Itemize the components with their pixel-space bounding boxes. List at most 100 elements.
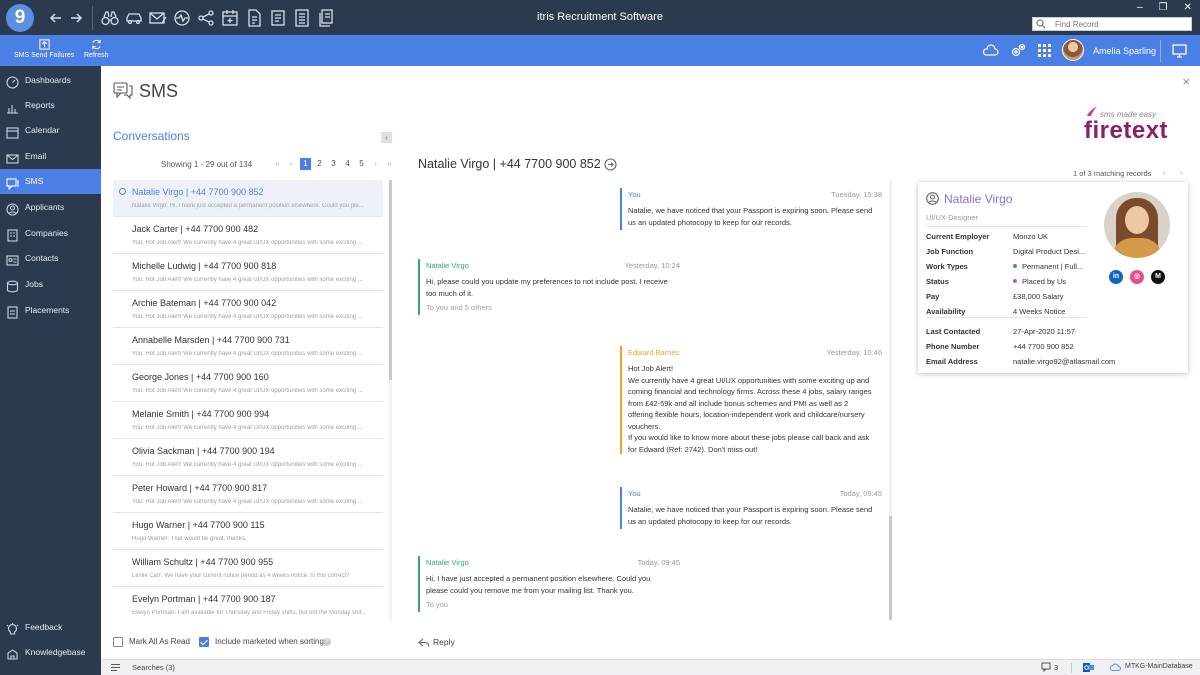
sidebar-item-label: Applicants xyxy=(25,202,65,212)
share-icon[interactable] xyxy=(196,8,216,28)
help-icon[interactable]: ? xyxy=(323,638,331,646)
page-button-4[interactable]: 4 xyxy=(342,158,353,170)
conversation-item[interactable]: Olivia Sackman | +44 7700 900 194 You: H… xyxy=(113,439,383,476)
sidebar-item-sms[interactable]: SMS xyxy=(0,169,101,194)
sidebar-item-dashboards[interactable]: Dashboards xyxy=(0,68,101,93)
sidebar-item-label: Contacts xyxy=(25,253,59,263)
find-record-input[interactable] xyxy=(1055,18,1189,30)
page-button-5[interactable]: 5 xyxy=(356,158,367,170)
close-window-button[interactable]: ✕ xyxy=(1184,2,1192,14)
close-panel-button[interactable]: × xyxy=(1182,74,1190,89)
message-recipients[interactable]: To you xyxy=(426,600,448,609)
next-page-button[interactable]: › xyxy=(370,158,381,170)
mark-all-read-checkbox[interactable]: Mark All As Read xyxy=(113,636,203,648)
minimize-button[interactable]: – xyxy=(1137,2,1143,14)
message-body: Natalie, we have noticed that your Passp… xyxy=(628,206,873,227)
sidebar-item-applicants[interactable]: Applicants xyxy=(0,195,101,220)
conversation-item[interactable]: George Jones | +44 7700 900 160 You: Hot… xyxy=(113,365,383,402)
page-button-1[interactable]: 1 xyxy=(300,158,311,170)
sidebar-item-label: Dashboards xyxy=(25,75,71,85)
email-edit-icon[interactable] xyxy=(148,8,168,28)
refresh-conversation-icon[interactable] xyxy=(604,158,617,171)
sidebar-item-email[interactable]: Email xyxy=(0,144,101,169)
car-icon[interactable] xyxy=(124,8,144,28)
document-edit-icon[interactable] xyxy=(244,8,264,28)
sms-page-icon xyxy=(113,80,133,100)
last-page-button[interactable]: » xyxy=(384,158,395,170)
conversation-item[interactable]: Archie Bateman | +44 7700 900 042 You: H… xyxy=(113,291,383,328)
conversation-item[interactable]: Annabelle Marsden | +44 7700 900 731 You… xyxy=(113,328,383,365)
calendar-add-icon[interactable] xyxy=(220,8,240,28)
activity-icon[interactable] xyxy=(172,8,192,28)
dribbble-icon[interactable]: ◎ xyxy=(1130,270,1144,284)
message-thread: You Tuesday, 15:38 Natalie, we have noti… xyxy=(418,180,888,620)
sidebar-item-calendar[interactable]: Calendar xyxy=(0,118,101,143)
scrollbar-thumb[interactable] xyxy=(389,180,392,380)
conversation-item[interactable]: Jack Carter | +44 7700 900 482 You: Hot … xyxy=(113,217,383,254)
settings-gears-icon[interactable] xyxy=(1010,42,1027,59)
conversation-item[interactable]: Melanie Smith | +44 7700 900 994 You: Ho… xyxy=(113,402,383,439)
user-name[interactable]: Amelia Sparling xyxy=(1093,46,1156,56)
field-key: Last Contacted xyxy=(926,327,981,336)
collapse-conversations-button[interactable]: ‹ xyxy=(381,132,392,143)
page-button-3[interactable]: 3 xyxy=(328,158,339,170)
sidebar-item-label: Email xyxy=(25,151,47,161)
include-marketed-checkbox[interactable]: Include marketed when sorting xyxy=(199,636,324,648)
conversation-item[interactable]: Michelle Ludwig | +44 7700 900 818 You: … xyxy=(113,254,383,291)
sidebar-item-companies[interactable]: Companies xyxy=(0,221,101,246)
conversation-scrollbar[interactable] xyxy=(389,180,392,620)
conversation-item[interactable]: Evelyn Portman | +44 7700 900 187 Evelyn… xyxy=(113,587,383,620)
sms-send-failures-button[interactable]: SMS Send Failures xyxy=(14,38,74,59)
conversation-item[interactable]: Hugo Warner | +44 7700 900 115 Hugo Warn… xyxy=(113,513,383,550)
companies-icon xyxy=(6,227,19,242)
scrollbar-thumb[interactable] xyxy=(889,516,892,620)
contact-name[interactable]: Natalie Virgo xyxy=(944,192,1012,206)
sidebar-item-placements[interactable]: Placements xyxy=(0,298,101,323)
conversation-item[interactable]: William Schultz | +44 7700 900 955 Lesli… xyxy=(113,550,383,587)
field-value[interactable]: natalie.virgo92@atlasmail.com xyxy=(1013,356,1173,368)
page-button-2[interactable]: 2 xyxy=(314,158,325,170)
conversation-item[interactable]: Natalie Virgo | +44 7700 900 852 Natalie… xyxy=(113,180,383,217)
thread-title: Natalie Virgo | +44 7700 900 852 xyxy=(418,157,601,171)
stacked-documents-icon[interactable] xyxy=(316,8,336,28)
conversation-name: Annabelle Marsden | +44 7700 900 731 xyxy=(132,335,290,345)
sidebar-item-contacts[interactable]: Contacts xyxy=(0,246,101,271)
first-page-button[interactable]: « xyxy=(272,158,283,170)
message-sender: You xyxy=(628,190,641,199)
contact-field-phone-number: Phone Number +44 7700 900 852 xyxy=(926,341,1126,353)
outlook-icon[interactable] xyxy=(1083,662,1094,673)
thread-scrollbar[interactable] xyxy=(889,180,892,620)
contact-field-status: Status Placed by Us xyxy=(926,276,1126,288)
notes-icon[interactable] xyxy=(268,8,288,28)
refresh-button[interactable]: Refresh xyxy=(84,38,109,59)
itris-logo[interactable]: 9 xyxy=(6,4,34,32)
firetext-wordmark: firetext xyxy=(1084,117,1169,144)
monitor-icon[interactable] xyxy=(1171,42,1188,59)
message-body: Hot Job Alert! We currently have 4 great… xyxy=(628,364,872,454)
binoculars-icon[interactable] xyxy=(100,8,120,28)
previous-page-button[interactable]: ‹ xyxy=(286,158,297,170)
cloud-icon[interactable] xyxy=(982,42,999,59)
message-sender: Natalie Virgo xyxy=(426,261,469,270)
conversation-item[interactable]: Peter Howard | +44 7700 900 817 You: Hot… xyxy=(113,476,383,513)
maximize-button[interactable]: ❐ xyxy=(1159,2,1168,14)
sms-status-icon[interactable] xyxy=(1041,662,1051,673)
medium-icon[interactable]: M xyxy=(1151,270,1165,284)
searches-count[interactable]: Searches (3) xyxy=(132,663,175,672)
back-arrow-icon[interactable] xyxy=(46,8,66,28)
sidebar-item-reports[interactable]: Reports xyxy=(0,93,101,118)
user-avatar[interactable] xyxy=(1062,39,1084,61)
field-value: Monzo UK xyxy=(1013,232,1049,241)
forward-arrow-icon[interactable] xyxy=(66,8,86,28)
sidebar-item-jobs[interactable]: Jobs xyxy=(0,272,101,297)
list-document-icon[interactable] xyxy=(292,8,312,28)
field-value[interactable]: +44 7700 900 852 xyxy=(1013,341,1113,353)
matching-records-nav[interactable]: ‹ › xyxy=(1163,168,1189,177)
sidebar-item-knowledgebase[interactable]: Knowledgebase xyxy=(0,640,101,665)
menu-icon[interactable] xyxy=(111,663,120,672)
placements-icon xyxy=(6,304,19,319)
apps-grid-icon[interactable] xyxy=(1036,42,1053,59)
find-record-box xyxy=(1032,17,1192,31)
sidebar-item-feedback[interactable]: Feedback xyxy=(0,615,101,640)
message-recipients[interactable]: To you and 5 others xyxy=(426,303,492,312)
